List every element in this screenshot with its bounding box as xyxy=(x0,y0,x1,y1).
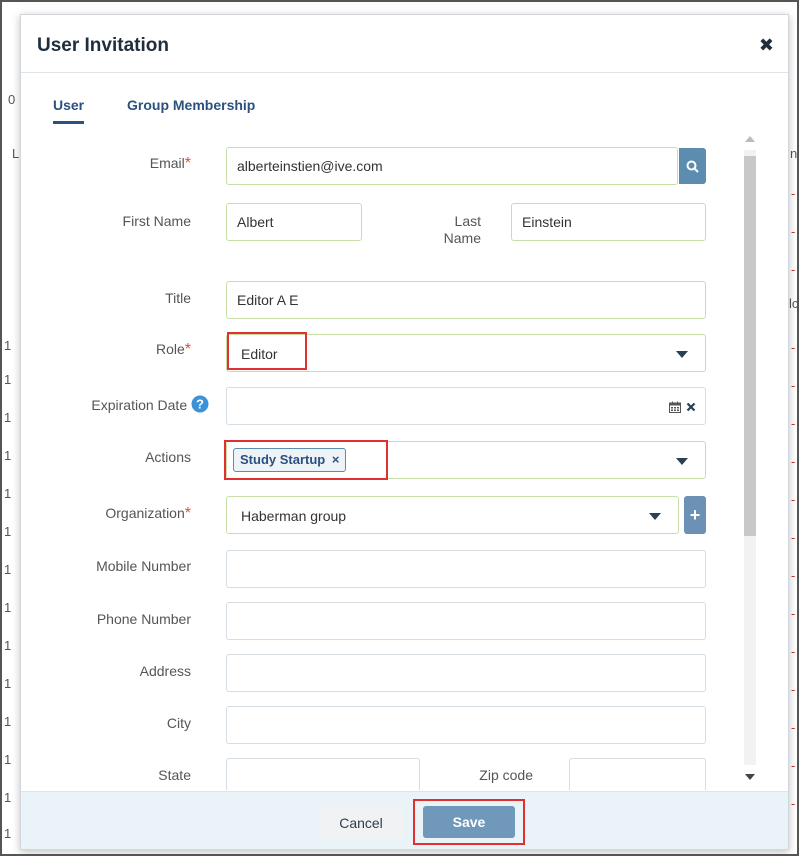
last-name-label: Last Name xyxy=(443,213,481,246)
background-text: 1 xyxy=(4,752,12,767)
email-label: Email* xyxy=(149,155,191,172)
background-text: - xyxy=(791,224,796,239)
background-text: - xyxy=(791,454,796,469)
scroll-up-arrow-icon[interactable] xyxy=(745,136,755,142)
background-text: lc xyxy=(789,296,799,311)
background-text: 1 xyxy=(4,790,12,805)
background-text: 1 xyxy=(4,448,12,463)
expiration-date-label: Expiration Date ? xyxy=(41,395,209,413)
first-name-label: First Name xyxy=(122,213,191,229)
add-organization-button[interactable]: + xyxy=(684,496,706,534)
address-field[interactable] xyxy=(226,654,706,692)
background-text: 1 xyxy=(4,410,12,425)
background-text: L xyxy=(12,146,20,161)
calendar-icon[interactable] xyxy=(669,401,681,413)
background-text: - xyxy=(791,682,796,697)
expiration-date-field[interactable] xyxy=(226,387,706,425)
background-text: - xyxy=(791,644,796,659)
background-text: 1 xyxy=(4,562,12,577)
action-tag-study-startup[interactable]: Study Startup × xyxy=(233,448,347,472)
background-text: 1 xyxy=(4,486,12,501)
city-label: City xyxy=(166,715,191,731)
scroll-down-arrow-icon[interactable] xyxy=(745,774,755,780)
background-text: - xyxy=(791,720,796,735)
background-text: 1 xyxy=(4,524,12,539)
mobile-number-label: Mobile Number xyxy=(96,558,191,574)
background-text: 1 xyxy=(4,826,12,841)
background-text: - xyxy=(791,186,796,201)
state-field[interactable] xyxy=(226,758,420,790)
title-label: Title xyxy=(165,290,191,306)
search-user-button[interactable] xyxy=(679,148,706,184)
address-label: Address xyxy=(139,663,191,679)
background-text: - xyxy=(791,568,796,583)
action-tag-label: Study Startup xyxy=(240,452,326,467)
close-icon[interactable]: ✖ xyxy=(759,35,774,56)
background-text: 1 xyxy=(4,372,12,387)
background-text: n xyxy=(790,146,798,161)
phone-number-label: Phone Number xyxy=(96,611,191,627)
role-label: Role* xyxy=(155,341,191,358)
organization-select-value: Haberman group xyxy=(241,508,347,524)
background-text: 1 xyxy=(4,714,12,729)
form-scrollbar[interactable] xyxy=(738,130,760,786)
background-text: 1 xyxy=(4,600,12,615)
organization-label: Organization* xyxy=(105,505,191,522)
background-text: 0 xyxy=(8,92,16,107)
zip-code-label: Zip code xyxy=(479,767,533,783)
cancel-button[interactable]: Cancel xyxy=(319,806,403,840)
phone-number-field[interactable] xyxy=(226,602,706,640)
city-field[interactable] xyxy=(226,706,706,744)
dialog-header: User Invitation ✖ xyxy=(21,15,788,73)
email-field[interactable]: alberteinstien@ive.com xyxy=(226,147,678,185)
background-text: - xyxy=(791,530,796,545)
title-field[interactable]: Editor A E xyxy=(226,281,706,319)
background-text: - xyxy=(791,416,796,431)
zip-code-field[interactable] xyxy=(569,758,706,790)
background-text: - xyxy=(791,606,796,621)
background-text: - xyxy=(791,492,796,507)
organization-select[interactable]: Haberman group xyxy=(226,496,679,534)
background-text: - xyxy=(791,262,796,277)
background-text: - xyxy=(791,796,796,811)
background-text: 1 xyxy=(4,338,12,353)
tab-group-membership[interactable]: Group Membership xyxy=(127,97,255,113)
background-text: - xyxy=(791,758,796,773)
dialog-title: User Invitation xyxy=(37,35,169,56)
chevron-down-icon xyxy=(676,458,688,465)
remove-tag-icon[interactable]: × xyxy=(332,452,340,467)
role-select-value: Editor xyxy=(241,346,278,362)
scrollbar-thumb[interactable] xyxy=(744,156,756,536)
user-form: Email* alberteinstien@ive.com First Name… xyxy=(21,145,741,790)
background-text: - xyxy=(791,340,796,355)
chevron-down-icon xyxy=(649,513,661,520)
chevron-down-icon xyxy=(676,351,688,358)
background-text: 1 xyxy=(4,676,12,691)
background-text: - xyxy=(791,378,796,393)
user-invitation-dialog: User Invitation ✖ User Group Membership … xyxy=(20,14,789,850)
background-text: 1 xyxy=(4,638,12,653)
role-select[interactable]: Editor xyxy=(226,334,706,372)
question-circle-icon[interactable]: ? xyxy=(191,395,209,413)
plus-icon: + xyxy=(689,504,701,525)
search-icon xyxy=(686,160,699,173)
last-name-field[interactable]: Einstein xyxy=(511,203,706,241)
clear-date-icon[interactable] xyxy=(686,402,696,412)
mobile-number-field[interactable] xyxy=(226,550,706,588)
save-button[interactable]: Save xyxy=(423,806,515,838)
first-name-field[interactable]: Albert xyxy=(226,203,362,241)
dialog-footer: Cancel Save xyxy=(21,791,788,849)
actions-label: Actions xyxy=(145,449,191,465)
state-label: State xyxy=(158,767,191,783)
svg-text:?: ? xyxy=(196,397,204,412)
tab-user[interactable]: User xyxy=(53,97,85,124)
